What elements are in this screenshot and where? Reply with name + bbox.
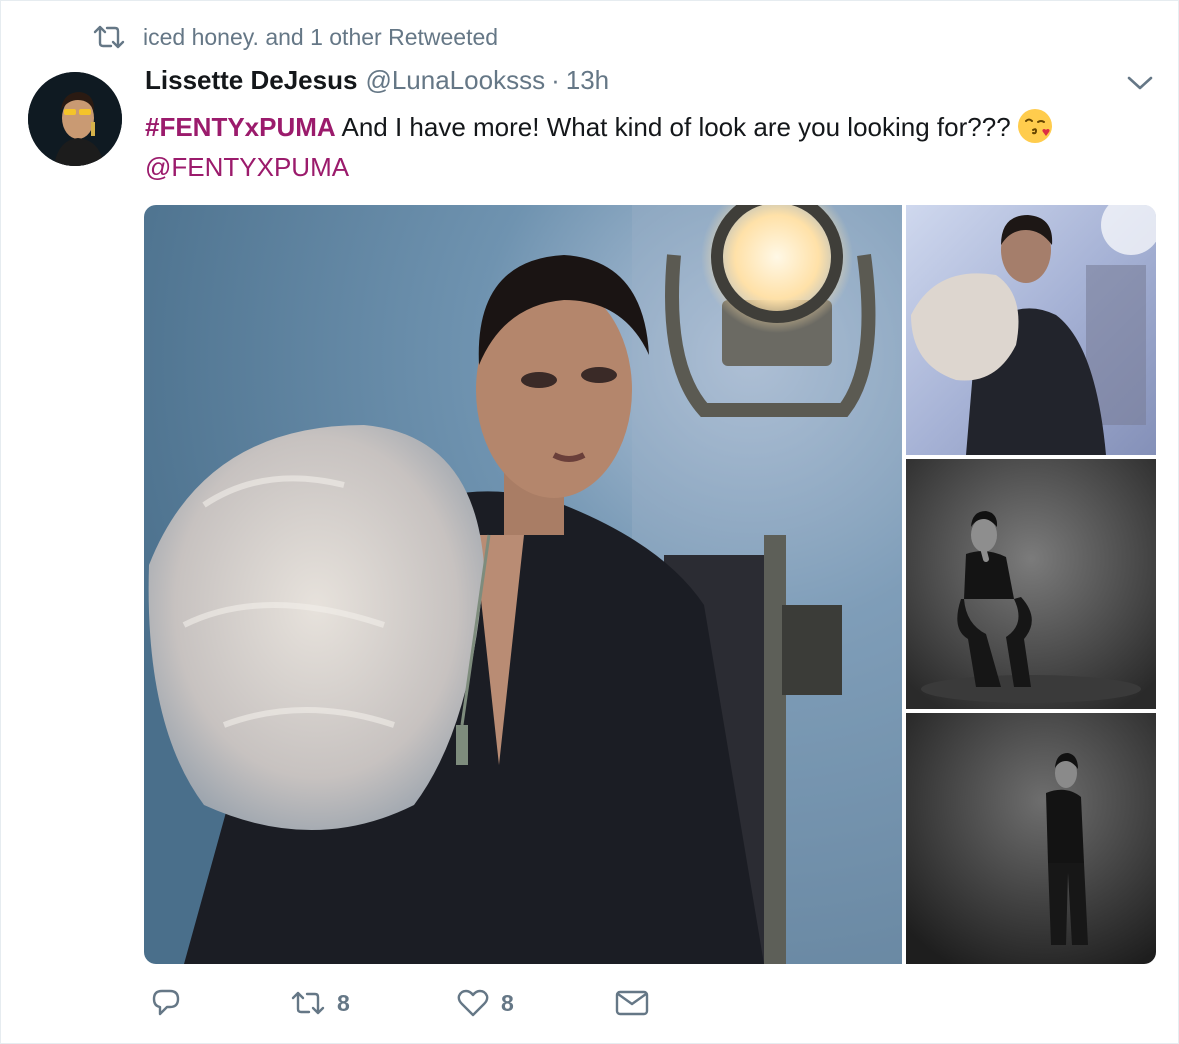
retweet-context-text[interactable]: iced honey. and 1 other Retweeted — [143, 24, 498, 51]
tweet-actions: 8 8 — [151, 988, 649, 1018]
reply-icon — [152, 989, 180, 1016]
tweet-card[interactable]: iced honey. and 1 other Retweeted Lisset… — [0, 0, 1179, 1044]
envelope-icon — [615, 990, 649, 1016]
mention-link[interactable]: @FENTYXPUMA — [145, 152, 349, 182]
like-button[interactable]: 8 — [457, 988, 615, 1018]
photo-main[interactable] — [144, 205, 902, 964]
tweet-header: Lissette DeJesus @LunaLooksss · 13h — [145, 65, 609, 96]
hashtag-link[interactable]: #FENTYxPUMA — [145, 112, 336, 142]
tweet-body: And I have more! What kind of look are y… — [335, 112, 1011, 142]
reply-button[interactable] — [151, 988, 291, 1018]
photo-side-3[interactable] — [906, 713, 1156, 964]
photo-side-2[interactable] — [906, 459, 1156, 709]
retweet-count: 8 — [337, 989, 350, 1016]
like-count: 8 — [501, 989, 514, 1016]
retweet-icon — [93, 25, 125, 49]
retweet-icon — [291, 991, 325, 1015]
kissing-face-emoji-icon — [1017, 109, 1052, 143]
user-handle[interactable]: @LunaLooksss — [365, 65, 545, 96]
avatar-image — [28, 72, 122, 166]
timestamp[interactable]: 13h — [566, 65, 609, 96]
heart-icon — [457, 989, 489, 1017]
media-grid — [144, 205, 1156, 964]
retweet-context[interactable]: iced honey. and 1 other Retweeted — [93, 23, 498, 51]
separator: · — [551, 65, 560, 95]
tweet-text: #FENTYxPUMA And I have more! What kind o… — [145, 107, 1155, 187]
photo-side-1[interactable] — [906, 205, 1156, 455]
display-name[interactable]: Lissette DeJesus — [145, 65, 357, 96]
chevron-down-icon[interactable] — [1126, 73, 1154, 93]
avatar[interactable] — [28, 72, 122, 166]
direct-message-button[interactable] — [615, 989, 649, 1017]
retweet-button[interactable]: 8 — [291, 989, 457, 1017]
